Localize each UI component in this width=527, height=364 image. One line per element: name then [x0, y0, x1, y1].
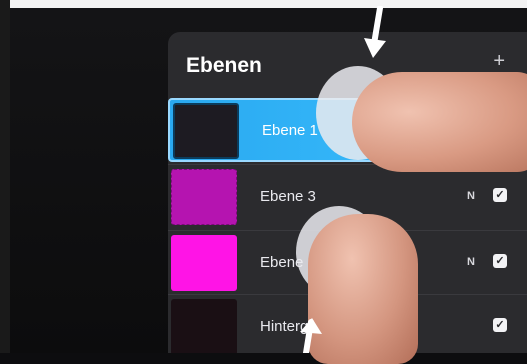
down-arrow-icon: [364, 6, 386, 58]
layer-thumbnail[interactable]: [171, 235, 237, 291]
layer-thumbnail[interactable]: [171, 299, 237, 353]
panel-title: Ebenen: [186, 54, 262, 77]
blend-mode-button[interactable]: N: [467, 190, 475, 202]
blend-mode-button[interactable]: N: [467, 256, 475, 268]
visibility-checkbox[interactable]: ✓: [493, 318, 507, 332]
check-icon: ✓: [495, 319, 505, 331]
layer-thumbnail[interactable]: [173, 103, 239, 159]
finger: [352, 72, 527, 172]
up-arrow-icon: [300, 318, 322, 353]
layer-label: Ebene 1: [262, 122, 318, 139]
layer-label: Ebene 3: [260, 188, 316, 205]
visibility-checkbox[interactable]: ✓: [493, 188, 507, 202]
add-layer-button[interactable]: +: [493, 50, 505, 73]
layer-thumbnail[interactable]: [171, 169, 237, 225]
visibility-checkbox[interactable]: ✓: [493, 254, 507, 268]
screen-bezel-top: [0, 0, 527, 8]
screen-bezel-left: [0, 0, 10, 353]
check-icon: ✓: [495, 255, 505, 267]
check-icon: ✓: [495, 189, 505, 201]
